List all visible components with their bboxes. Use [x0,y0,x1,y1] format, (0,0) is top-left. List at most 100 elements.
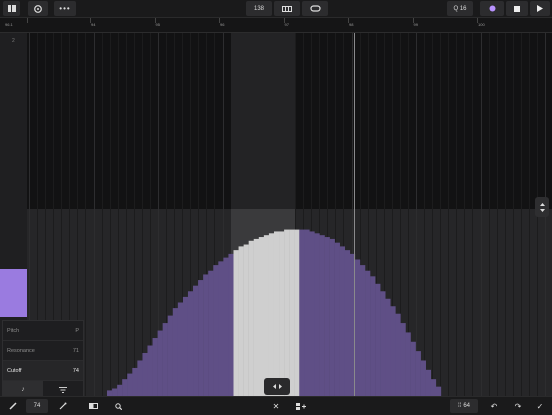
automation-step[interactable] [117,384,123,396]
automation-step[interactable] [223,257,229,396]
automation-step[interactable] [238,246,244,396]
automation-step[interactable] [375,283,381,396]
horizontal-resize-handle[interactable] [264,378,290,395]
automation-step[interactable] [415,351,421,396]
mixer-button[interactable] [28,1,48,16]
grid-count: 64 [463,403,471,409]
timeline-ruler[interactable]: 96.1 94 95 96 97 98 99 100 [0,18,552,33]
quantize-button[interactable]: Q 16 [447,1,473,16]
automation-step[interactable] [142,352,148,396]
automation-step[interactable] [177,302,184,397]
automation-step[interactable] [248,240,254,396]
automation-step[interactable] [365,270,371,396]
value-button[interactable]: 74 [26,399,48,413]
automation-step[interactable] [304,229,310,396]
up-down-icon [539,202,545,212]
automation-step[interactable] [243,244,249,396]
automation-step[interactable] [122,379,128,396]
automation-step[interactable] [370,276,376,396]
automation-step[interactable] [203,274,209,396]
zoom-button[interactable] [108,399,128,413]
automation-step[interactable] [294,229,300,396]
automation-step[interactable] [258,237,265,396]
automation-step[interactable] [268,233,275,396]
automation-step[interactable] [263,235,270,396]
metronome-button[interactable] [274,1,300,16]
ruler-label: 94 [91,22,96,27]
automation-step[interactable] [430,379,437,396]
automation-step[interactable] [360,265,366,396]
automation-step[interactable] [218,261,224,396]
automation-step[interactable] [380,291,386,396]
automation-step[interactable] [319,235,325,396]
automation-step[interactable] [395,313,401,396]
pencil-tool[interactable] [3,399,23,413]
view-toggle-button[interactable] [82,399,104,413]
automation-step[interactable] [329,238,335,396]
record-button[interactable] [480,1,504,16]
automation-step[interactable] [400,323,406,396]
playhead[interactable] [354,33,355,396]
more-button[interactable]: ••• [54,1,76,16]
param-row-resonance[interactable]: Resonance 71 [3,341,83,361]
automation-step[interactable] [213,265,219,396]
automation-step[interactable] [273,231,280,396]
automation-step[interactable] [425,369,432,396]
param-row-cutoff[interactable]: Cutoff 74 [3,361,83,381]
loop-button[interactable] [302,1,328,16]
automation-step[interactable] [137,360,143,396]
automation-step[interactable] [147,345,153,396]
automation-step[interactable] [344,250,351,396]
automation-step[interactable] [198,280,204,396]
bottom-toolbar: 74 ✕ ⁞⁞ 64 ↶ ↷ ✓ [0,396,552,415]
automation-step[interactable] [284,229,290,396]
automation-step[interactable] [390,306,396,396]
lane-highlight[interactable] [0,269,27,317]
automation-step[interactable] [279,231,285,396]
automation-step[interactable] [253,238,259,396]
automation-step[interactable] [132,367,138,396]
stop-button[interactable] [506,1,528,16]
automation-step[interactable] [127,373,133,396]
undo-button[interactable]: ↶ [484,399,504,413]
automation-step[interactable] [228,253,234,396]
automation-step[interactable] [112,388,118,396]
automation-step[interactable] [334,242,340,396]
param-row-pitch[interactable]: Pitch P [3,321,83,341]
automation-step[interactable] [187,291,194,396]
automation-step[interactable] [410,341,416,396]
redo-button[interactable]: ↷ [508,399,528,413]
vertical-resize-handle[interactable] [535,197,549,217]
grid-size-button[interactable]: ⁞⁞ 64 [450,399,478,413]
automation-step[interactable] [435,386,442,396]
automation-step[interactable] [299,229,305,396]
automation-step[interactable] [152,338,158,396]
check-icon: ✓ [536,401,544,411]
magic-wand-tool[interactable] [52,399,74,413]
automation-step[interactable] [314,233,320,396]
automation-step[interactable] [233,250,239,396]
automation-step[interactable] [167,315,173,396]
automation-step[interactable] [289,229,295,396]
tempo-button[interactable]: 138 [246,1,272,16]
play-button[interactable] [530,1,550,16]
delete-button[interactable]: ✕ [266,399,286,413]
automation-step[interactable] [309,231,315,396]
automation-step[interactable] [385,298,391,396]
confirm-button[interactable]: ✓ [530,399,550,413]
automation-step[interactable] [162,323,168,396]
automation-curve[interactable] [27,33,552,396]
automation-step[interactable] [172,308,179,396]
automation-step[interactable] [208,270,214,396]
add-lane-button[interactable] [290,399,312,413]
automation-step[interactable] [420,360,426,396]
automation-step[interactable] [354,259,361,396]
automation-editor[interactable] [27,33,552,396]
automation-step[interactable] [157,330,163,396]
automation-step[interactable] [182,296,189,396]
automation-step[interactable] [193,285,199,396]
browser-button[interactable] [3,1,20,16]
automation-step[interactable] [405,332,411,396]
automation-step[interactable] [324,237,330,396]
automation-step[interactable] [339,246,346,396]
